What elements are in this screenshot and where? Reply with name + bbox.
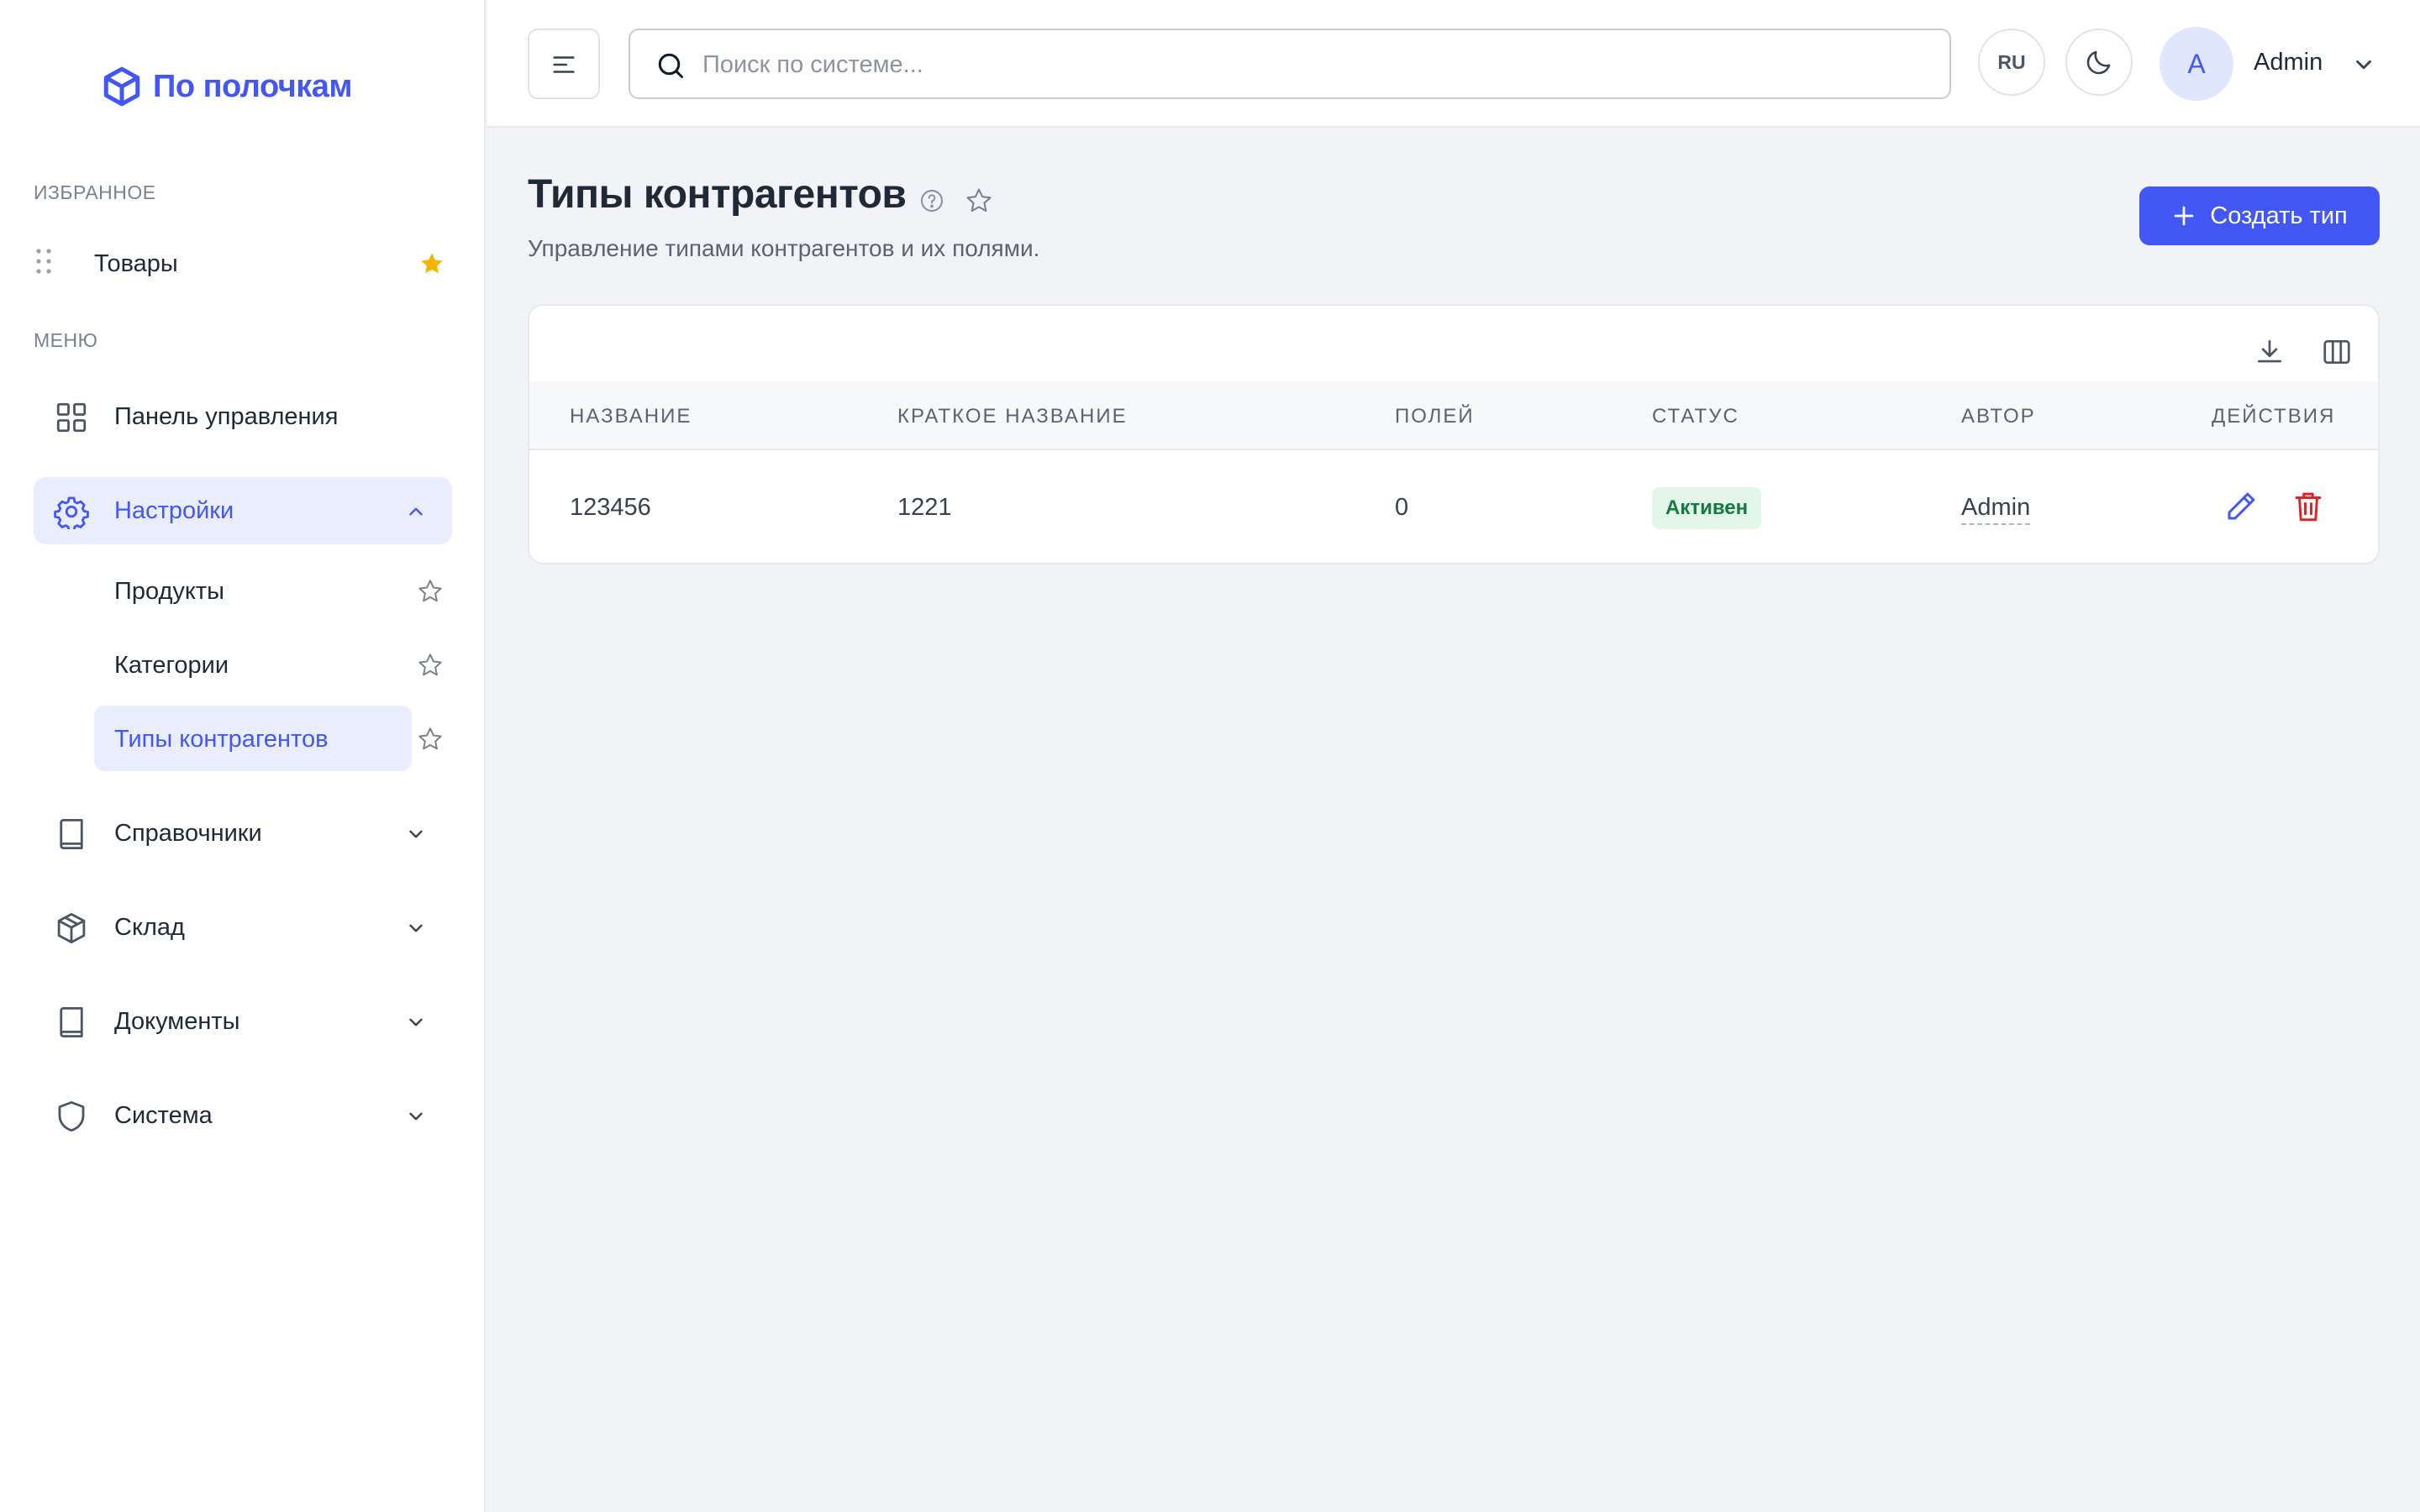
column-header-short-name[interactable]: КРАТКОЕ НАЗВАНИЕ xyxy=(897,405,1128,428)
language-button[interactable]: RU xyxy=(1978,29,2045,96)
language-label: RU xyxy=(1997,50,2026,73)
column-header-actions: ДЕЙСТВИЯ xyxy=(2212,405,2336,428)
book-icon xyxy=(60,1006,83,1038)
moon-icon xyxy=(2086,50,2111,75)
menu-icon xyxy=(553,56,575,73)
cell-name: 123456 xyxy=(570,494,651,521)
page-title: Типы контрагентов xyxy=(528,172,907,217)
shield-icon xyxy=(58,1100,85,1132)
sidebar-item-warehouse[interactable]: Склад xyxy=(34,894,452,961)
create-type-label: Создать тип xyxy=(2210,202,2348,229)
column-header-name[interactable]: НАЗВАНИЕ xyxy=(570,405,692,428)
column-header-status[interactable]: СТАТУС xyxy=(1652,405,1739,428)
column-header-author[interactable]: АВТОР xyxy=(1961,405,2036,428)
table-header: НАЗВАНИЕ КРАТКОЕ НАЗВАНИЕ ПОЛЕЙ СТАТУС А… xyxy=(529,381,2378,450)
chevron-down-icon[interactable] xyxy=(2351,52,2376,77)
chevron-down-icon xyxy=(409,1018,423,1026)
theme-toggle-button[interactable] xyxy=(2065,29,2133,96)
sidebar-item-label: Панель управления xyxy=(114,402,339,430)
drag-handle-icon[interactable] xyxy=(34,248,67,280)
app: По полочкам ИЗБРАННОЕ Товары МЕНЮ Панель… xyxy=(0,0,2420,1512)
avatar[interactable]: A xyxy=(2160,27,2233,101)
sidebar-item-label: Настройки xyxy=(114,496,234,524)
sidebar-subitem-categories[interactable]: Категории xyxy=(94,632,412,697)
brand-logo[interactable]: По полочкам xyxy=(101,66,353,108)
chevron-down-icon xyxy=(409,830,423,838)
search-box[interactable] xyxy=(629,29,1951,99)
sidebar-item-label: Система xyxy=(114,1101,213,1129)
favorites-section-label: ИЗБРАННОЕ xyxy=(34,181,156,203)
download-icon[interactable] xyxy=(2254,336,2286,368)
star-outline-icon[interactable] xyxy=(417,578,444,605)
table-card: НАЗВАНИЕ КРАТКОЕ НАЗВАНИЕ ПОЛЕЙ СТАТУС А… xyxy=(528,304,2380,564)
sidebar-subitem-label: Категории xyxy=(114,652,229,679)
sidebar-item-system[interactable]: Система xyxy=(34,1082,452,1149)
chevron-down-icon xyxy=(409,924,423,932)
status-badge: Активен xyxy=(1652,487,1762,529)
gear-icon xyxy=(54,496,89,529)
dashboard-icon xyxy=(56,402,87,433)
sidebar: По полочкам ИЗБРАННОЕ Товары МЕНЮ Панель… xyxy=(0,0,486,1512)
edit-pencil-icon[interactable] xyxy=(2223,489,2259,524)
sidebar-item-settings[interactable]: Настройки xyxy=(34,477,452,544)
sidebar-item-documents[interactable]: Документы xyxy=(34,988,452,1055)
cell-fields-count: 0 xyxy=(1395,494,1409,521)
cell-short-name: 1221 xyxy=(897,494,952,521)
star-outline-icon[interactable] xyxy=(965,186,993,215)
search-icon xyxy=(658,53,683,78)
brand-name: По полочкам xyxy=(153,68,353,104)
columns-icon[interactable] xyxy=(2321,336,2353,368)
table-row[interactable]: 123456 1221 0 Активен Admin xyxy=(529,450,2378,563)
star-outline-icon[interactable] xyxy=(417,726,444,753)
trash-icon[interactable] xyxy=(2291,489,2326,524)
chevron-up-icon xyxy=(409,507,423,516)
menu-toggle-button[interactable] xyxy=(528,29,600,99)
box-icon xyxy=(57,912,86,944)
sidebar-subitem-label: Продукты xyxy=(114,578,225,605)
sidebar-subitem-label: Типы контрагентов xyxy=(114,726,329,753)
cell-author-link[interactable]: Admin xyxy=(1961,494,2031,525)
page-subtitle: Управление типами контрагентов и их поля… xyxy=(528,235,1040,261)
create-type-button[interactable]: Создать тип xyxy=(2139,186,2380,245)
search-input[interactable] xyxy=(702,42,1929,87)
sidebar-subitem-products[interactable]: Продукты xyxy=(94,558,412,623)
help-circle-icon[interactable] xyxy=(918,187,945,214)
favorite-item-goods[interactable]: Товары xyxy=(34,240,450,287)
star-outline-icon[interactable] xyxy=(417,652,444,679)
plus-icon xyxy=(2174,206,2194,226)
book-icon xyxy=(60,818,83,850)
sidebar-item-label: Справочники xyxy=(114,819,262,847)
favorite-item-label: Товары xyxy=(94,249,178,277)
sidebar-item-label: Документы xyxy=(114,1007,240,1035)
user-name[interactable]: Admin xyxy=(2254,49,2323,76)
sidebar-subitem-counterparty-types[interactable]: Типы контрагентов xyxy=(94,706,412,771)
cube-logo-icon xyxy=(103,66,140,107)
sidebar-item-dashboard[interactable]: Панель управления xyxy=(34,383,452,450)
sidebar-item-references[interactable]: Справочники xyxy=(34,800,452,867)
sidebar-item-label: Склад xyxy=(114,913,185,941)
menu-section-label: МЕНЮ xyxy=(34,329,98,351)
column-header-fields[interactable]: ПОЛЕЙ xyxy=(1395,405,1475,428)
star-filled-icon[interactable] xyxy=(418,250,445,277)
topbar: RU A Admin xyxy=(487,0,2420,128)
chevron-down-icon xyxy=(409,1112,423,1121)
